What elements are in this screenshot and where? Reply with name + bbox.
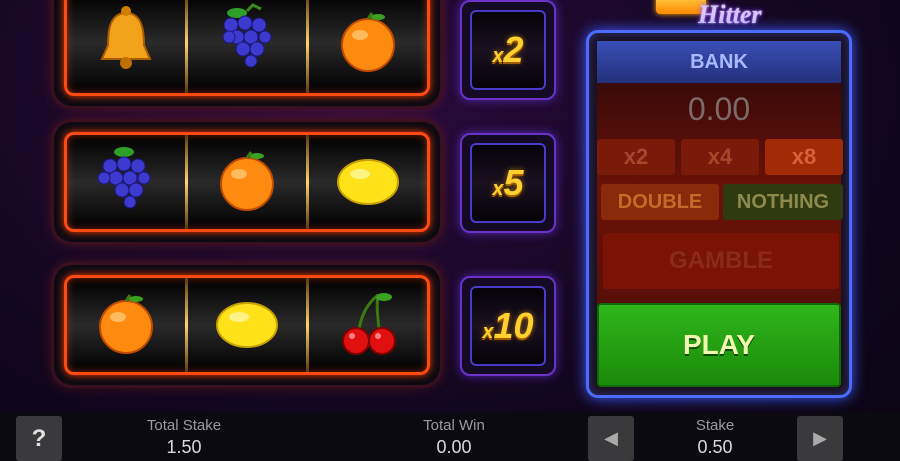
total-win-value: 0.00 — [436, 437, 472, 457]
multiplier-value: x2 — [492, 29, 524, 70]
reel-row-3 — [54, 265, 440, 385]
lemon-icon — [337, 159, 399, 205]
bell-icon — [100, 6, 152, 69]
reel-row-2 — [54, 122, 440, 242]
logo-text: Hitter — [698, 0, 762, 29]
gamble-x4-button[interactable]: x4 — [681, 139, 759, 175]
reel-2 — [188, 135, 306, 229]
orange-icon — [99, 294, 153, 354]
gamble-x8-button[interactable]: x8 — [765, 139, 843, 175]
reel-3 — [309, 135, 427, 229]
chevron-left-icon: ◀ — [604, 428, 618, 448]
stake-decrease-button[interactable]: ◀ — [588, 416, 634, 461]
multiplier-value: x5 — [492, 162, 524, 203]
multiplier-value: x10 — [482, 305, 534, 346]
gamble-button[interactable]: GAMBLE — [603, 233, 839, 289]
grapes-icon — [222, 3, 272, 68]
play-button[interactable]: PLAY — [597, 303, 841, 387]
stake-label: Stake — [695, 417, 735, 434]
total-stake-label: Total Stake — [146, 417, 222, 434]
reel-1 — [67, 135, 185, 229]
orange-icon — [341, 12, 395, 72]
reel-2 — [188, 0, 306, 93]
total-win-label: Total Win — [423, 417, 485, 434]
bank-title: BANK — [597, 41, 841, 83]
bank-body: 0.00 x2 x4 x8 DOUBLE NOTHING GAMBLE PLAY — [597, 83, 843, 387]
bank-panel: BANK 0.00 x2 x4 x8 DOUBLE NOTHING GAMBLE… — [586, 30, 852, 398]
reel-3 — [309, 278, 427, 372]
double-button[interactable]: DOUBLE — [601, 184, 719, 220]
reel-frame — [64, 275, 430, 375]
total-stake-value: 1.50 — [166, 437, 202, 457]
orange-icon — [220, 151, 274, 211]
cherry-icon — [342, 293, 396, 355]
grapes-icon — [97, 147, 151, 209]
reel-row-1 — [54, 0, 440, 106]
reel-1 — [67, 278, 185, 372]
bank-value: 0.00 — [687, 91, 751, 127]
multiplier-badge-3: x10 — [460, 276, 556, 376]
help-button[interactable]: ? — [16, 416, 62, 461]
stake-value: 0.50 — [697, 437, 733, 457]
stake-increase-button[interactable]: ▶ — [797, 416, 843, 461]
multiplier-badge-1: x2 — [460, 0, 556, 100]
multiplier-badge-2: x5 — [460, 133, 556, 233]
gamble-x2-button[interactable]: x2 — [597, 139, 675, 175]
reel-frame — [64, 0, 430, 96]
reel-frame — [64, 132, 430, 232]
chevron-right-icon: ▶ — [813, 428, 827, 448]
reel-1 — [67, 0, 185, 93]
lemon-icon — [216, 302, 278, 348]
reel-2 — [188, 278, 306, 372]
reel-3 — [309, 0, 427, 93]
nothing-button[interactable]: NOTHING — [723, 184, 843, 220]
